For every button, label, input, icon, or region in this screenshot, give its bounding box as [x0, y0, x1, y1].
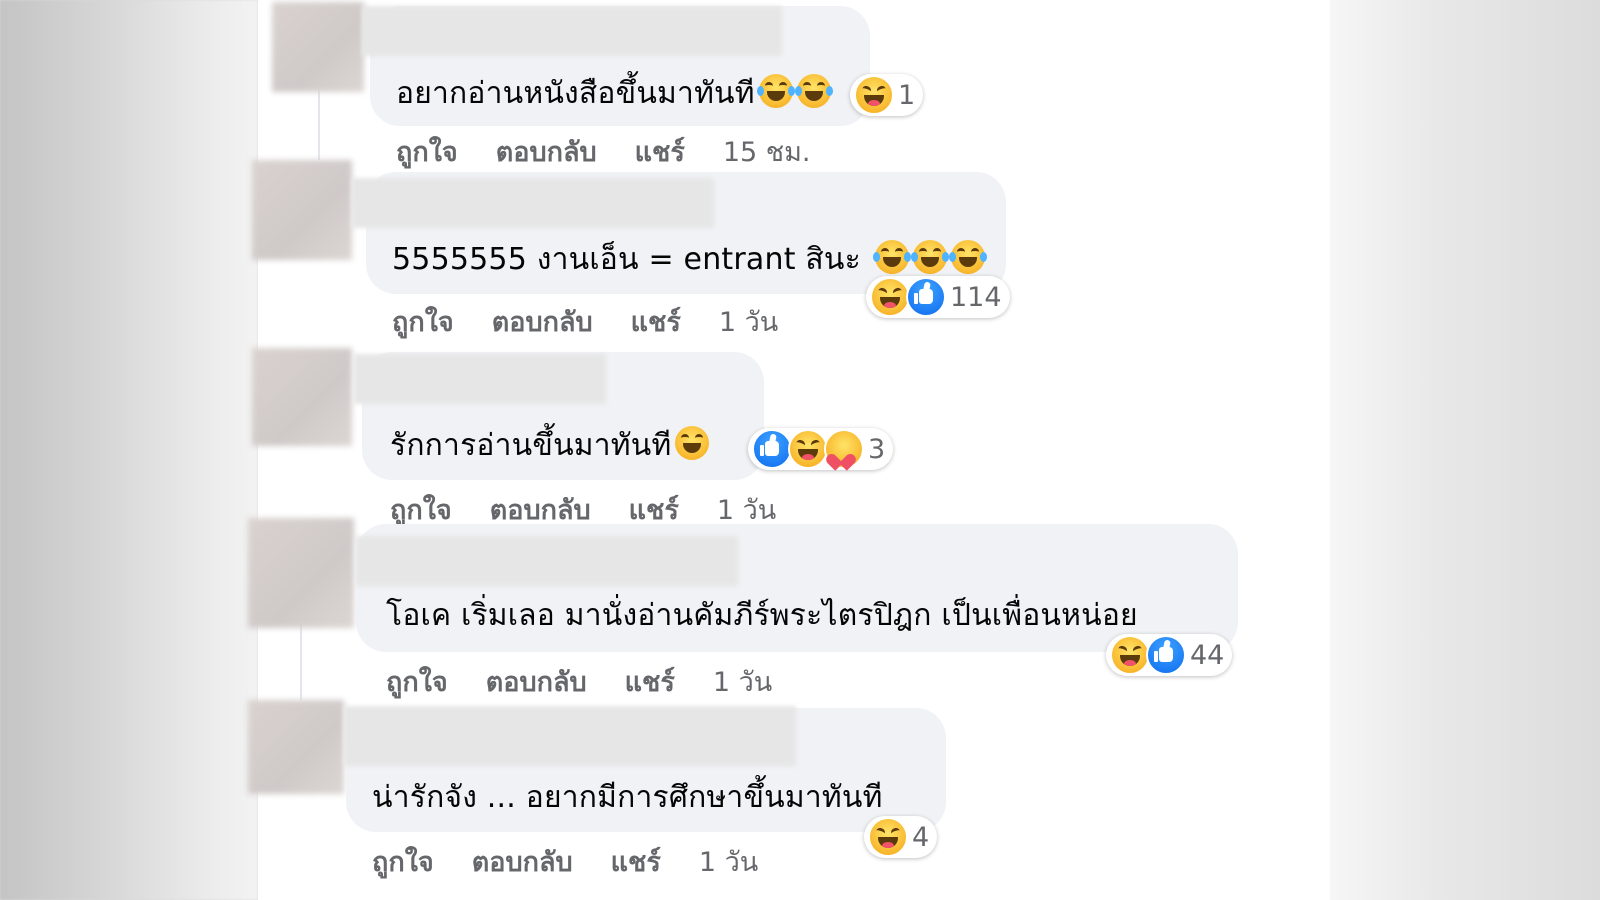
reaction-summary[interactable]: 1 [850, 74, 924, 116]
tears-of-joy-emoji [910, 240, 949, 274]
reaction-count: 114 [950, 281, 1002, 313]
comment-text: น่ารักจัง ... อยากมีการศึกษาขึ้นมาทันที [372, 780, 883, 815]
comment-actions: ถูกใจ ตอบกลับ แชร์ 1 วัน [372, 840, 758, 883]
timestamp[interactable]: 1 วัน [713, 660, 772, 703]
haha-icon [868, 817, 908, 857]
like-button[interactable]: ถูกใจ [372, 840, 434, 883]
grinning-squinting-emoji [675, 426, 710, 460]
reaction-summary[interactable]: 114 [866, 276, 1010, 318]
tears-of-joy-emoji [872, 240, 911, 274]
reply-button[interactable]: ตอบกลับ [496, 130, 597, 173]
timestamp[interactable]: 1 วัน [699, 840, 758, 883]
reply-button[interactable]: ตอบกลับ [492, 300, 593, 343]
author-name-blurred[interactable] [344, 706, 796, 766]
haha-icon [788, 429, 828, 469]
comment-actions: ถูกใจ ตอบกลับ แชร์ 1 วัน [386, 660, 772, 703]
like-icon [1146, 635, 1186, 675]
avatar[interactable] [252, 348, 352, 446]
comment-actions: ถูกใจ ตอบกลับ แชร์ 1 วัน [392, 300, 778, 343]
reaction-count: 3 [868, 433, 886, 465]
like-icon [752, 429, 792, 469]
share-button[interactable]: แชร์ [611, 840, 661, 883]
care-icon [824, 429, 864, 469]
like-button[interactable]: ถูกใจ [396, 130, 458, 173]
reaction-count: 44 [1190, 639, 1225, 671]
haha-icon [1110, 635, 1150, 675]
share-button[interactable]: แชร์ [631, 300, 681, 343]
share-button[interactable]: แชร์ [625, 660, 675, 703]
reply-button[interactable]: ตอบกลับ [472, 840, 573, 883]
reaction-count: 1 [898, 79, 916, 111]
timestamp[interactable]: 15 ชม. [723, 130, 811, 173]
comment-text: โอเค เริ่มเลอ มานั่งอ่านคัมภีร์พระไตรปิฎ… [386, 598, 1138, 633]
reply-button[interactable]: ตอบกลับ [486, 660, 587, 703]
timestamp[interactable]: 1 วัน [719, 300, 778, 343]
comment-text: อยากอ่านหนังสือขึ้นมาทันที [396, 70, 833, 117]
thread-line [318, 90, 320, 160]
reaction-summary[interactable]: 44 [1106, 634, 1233, 676]
tears-of-joy-emoji [948, 240, 987, 274]
comment-actions: ถูกใจ ตอบกลับ แชร์ 15 ชม. [396, 130, 811, 173]
author-name-blurred[interactable] [362, 6, 782, 56]
like-icon [906, 277, 946, 317]
author-name-blurred[interactable] [356, 536, 738, 586]
like-button[interactable]: ถูกใจ [386, 660, 448, 703]
like-button[interactable]: ถูกใจ [392, 300, 454, 343]
tears-of-joy-emoji [794, 74, 833, 108]
haha-icon [870, 277, 910, 317]
haha-icon [854, 75, 894, 115]
avatar[interactable] [248, 518, 354, 628]
share-button[interactable]: แชร์ [635, 130, 685, 173]
avatar[interactable] [252, 160, 352, 260]
blurred-background-right [1330, 0, 1600, 900]
avatar[interactable] [248, 700, 344, 794]
tears-of-joy-emoji [756, 74, 795, 108]
comment-text: รักการอ่านขึ้นมาทันที [390, 422, 710, 469]
reaction-summary[interactable]: 4 [864, 816, 938, 858]
author-name-blurred[interactable] [354, 354, 606, 404]
author-name-blurred[interactable] [352, 178, 714, 228]
reaction-count: 4 [912, 821, 930, 853]
avatar[interactable] [272, 2, 364, 92]
reaction-summary[interactable]: 3 [748, 428, 894, 470]
blurred-background-left [0, 0, 258, 900]
